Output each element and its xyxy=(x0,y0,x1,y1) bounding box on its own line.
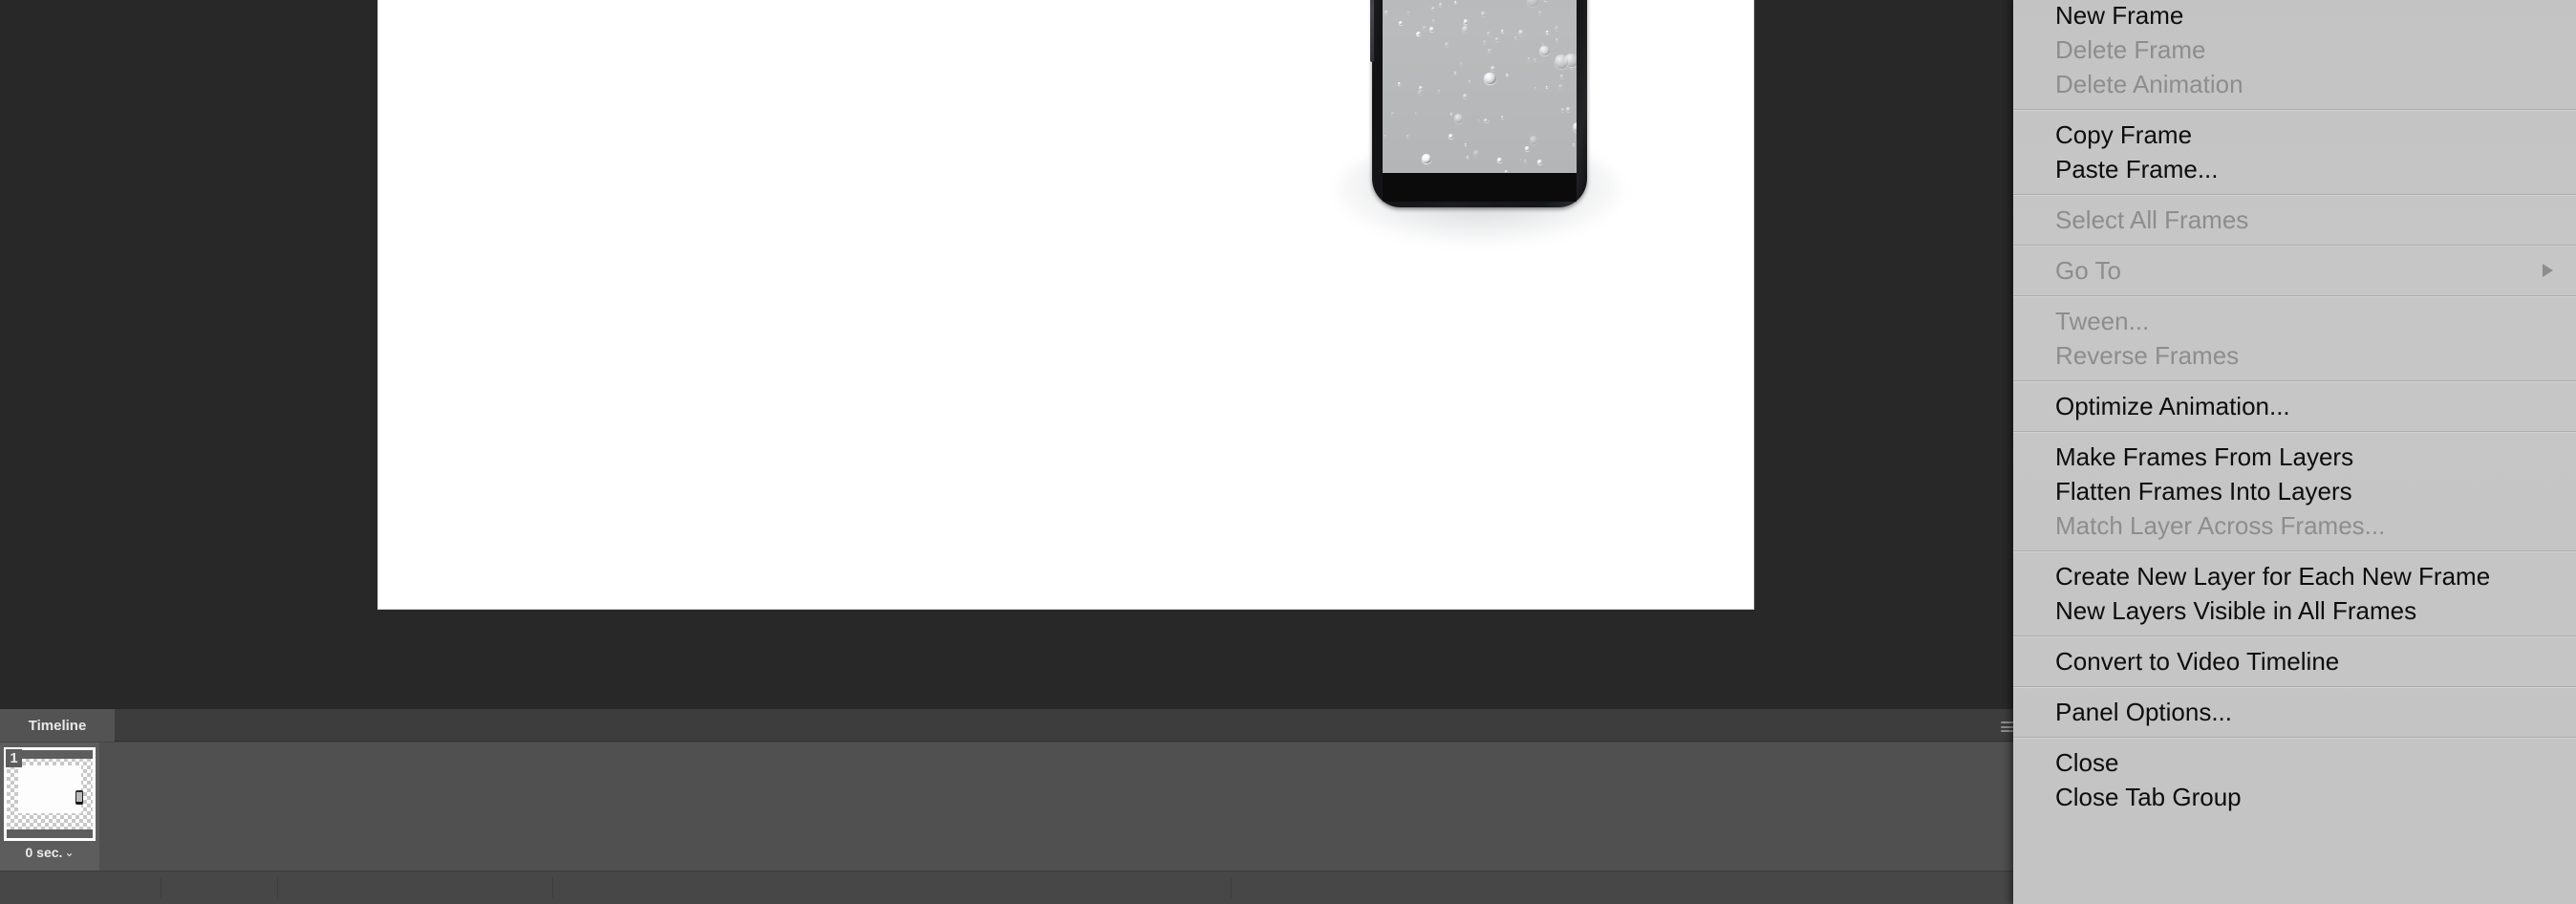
menu-item-delete-animation: Delete Animation xyxy=(2013,67,2576,101)
phone-body: 11:54 Monday, March 6 xyxy=(1370,0,1587,207)
menu-separator xyxy=(2013,109,2576,111)
menu-separator xyxy=(2013,194,2576,196)
menu-item-label: Flatten Frames Into Layers xyxy=(2055,477,2352,506)
menu-item-label: Reverse Frames xyxy=(2055,341,2240,370)
menu-separator xyxy=(2013,550,2576,552)
menu-separator xyxy=(2013,380,2576,382)
menu-separator xyxy=(2013,431,2576,433)
menu-separator xyxy=(2013,686,2576,688)
menu-item-label: Convert to Video Timeline xyxy=(2055,647,2340,676)
phone-bottom-bezel xyxy=(1383,173,1577,202)
menu-separator xyxy=(2013,737,2576,739)
frame-delay-value: 0 sec. xyxy=(25,845,63,860)
document-canvas[interactable]: 11:54 Monday, March 6 xyxy=(377,0,1754,610)
frame-item[interactable]: 1 0 sec. ⌄ xyxy=(0,743,99,871)
menu-item-create-new-layer-for-each-new-frame[interactable]: Create New Layer for Each New Frame xyxy=(2013,559,2576,593)
toolbar-separator xyxy=(552,877,553,898)
menu-item-label: New Frame xyxy=(2055,1,2184,30)
chevron-down-icon: ⌄ xyxy=(64,846,75,859)
menu-item-label: Make Frames From Layers xyxy=(2055,442,2354,471)
menu-item-new-frame[interactable]: New Frame xyxy=(2013,0,2576,32)
menu-item-paste-frame[interactable]: Paste Frame... xyxy=(2013,152,2576,186)
thumbnail-bottom-band xyxy=(7,829,93,838)
timeline-panel-flyout-menu[interactable]: New Frame Delete Frame Delete Animation Cop… xyxy=(2013,0,2576,904)
menu-item-go-to: Go To xyxy=(2013,253,2576,288)
menu-item-label: Paste Frame... xyxy=(2055,155,2219,183)
thumbnail-canvas-area xyxy=(18,765,83,813)
frame-delay-selector[interactable]: 0 sec. ⌄ xyxy=(0,842,99,863)
menu-item-select-all-frames: Select All Frames xyxy=(2013,203,2576,237)
menu-item-copy-frame[interactable]: Copy Frame xyxy=(2013,118,2576,152)
menu-item-delete-frame: Delete Frame xyxy=(2013,32,2576,67)
menu-item-label: Match Layer Across Frames... xyxy=(2055,511,2386,540)
tab-timeline[interactable]: Timeline xyxy=(0,709,115,742)
menu-item-label: Close Tab Group xyxy=(2055,783,2242,811)
menu-item-label: Copy Frame xyxy=(2055,120,2193,149)
menu-item-panel-options[interactable]: Panel Options... xyxy=(2013,695,2576,729)
menu-item-flatten-frames-into-layers[interactable]: Flatten Frames Into Layers xyxy=(2013,474,2576,508)
menu-item-label: New Layers Visible in All Frames xyxy=(2055,596,2417,625)
wallpaper-water-droplets xyxy=(1383,0,1577,173)
menu-item-label: Select All Frames xyxy=(2055,205,2249,234)
phone-lock-screen: 11:54 Monday, March 6 xyxy=(1383,0,1577,173)
menu-item-new-layers-visible-in-all-frames[interactable]: New Layers Visible in All Frames xyxy=(2013,593,2576,628)
toolbar-separator xyxy=(1231,877,1232,898)
menu-item-label: Panel Options... xyxy=(2055,698,2232,726)
menu-item-match-layer-across-frames: Match Layer Across Frames... xyxy=(2013,508,2576,543)
menu-separator xyxy=(2013,245,2576,247)
chevron-right-icon xyxy=(2543,264,2553,277)
phone-left-edge xyxy=(1370,0,1374,62)
menu-item-close-tab-group[interactable]: Close Tab Group xyxy=(2013,780,2576,814)
menu-item-label: Optimize Animation... xyxy=(2055,392,2290,420)
menu-item-tween: Tween... xyxy=(2013,304,2576,338)
menu-item-label: Create New Layer for Each New Frame xyxy=(2055,562,2491,591)
menu-item-optimize-animation[interactable]: Optimize Animation... xyxy=(2013,389,2576,423)
menu-item-close[interactable]: Close xyxy=(2013,745,2576,780)
timeline-tab-label: Timeline xyxy=(28,717,87,734)
menu-separator xyxy=(2013,295,2576,297)
thumbnail-phone-artwork xyxy=(75,790,83,805)
menu-item-label: Close xyxy=(2055,748,2119,777)
menu-item-label: Tween... xyxy=(2055,307,2150,335)
menu-item-label: Delete Animation xyxy=(2055,70,2243,98)
toolbar-separator xyxy=(277,877,278,898)
menu-separator xyxy=(2013,635,2576,637)
menu-item-convert-to-video-timeline[interactable]: Convert to Video Timeline xyxy=(2013,644,2576,678)
menu-item-label: Delete Frame xyxy=(2055,35,2206,64)
phone-mockup-artwork: 11:54 Monday, March 6 xyxy=(1336,0,1622,311)
menu-item-reverse-frames: Reverse Frames xyxy=(2013,338,2576,373)
menu-item-make-frames-from-layers[interactable]: Make Frames From Layers xyxy=(2013,440,2576,474)
frame-number-badge: 1 xyxy=(6,749,22,767)
menu-item-label: Go To xyxy=(2055,256,2121,285)
